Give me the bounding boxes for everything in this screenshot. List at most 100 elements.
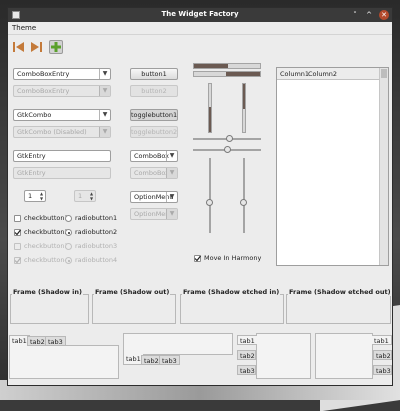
checkbutton1-label[interactable]: checkbutton1	[24, 214, 69, 222]
frame-shadow-etched-in	[180, 294, 284, 324]
vscale-2-knob[interactable]	[240, 199, 247, 206]
column1-header[interactable]: Column1	[280, 70, 309, 78]
frame-shadow-out-label: Frame (Shadow out)	[94, 288, 171, 296]
checkbutton2-label[interactable]: checkbutton2	[24, 228, 69, 236]
widget-factory-window: The Widget Factory ˅ ^ ✕ Theme ComboBoxE…	[7, 7, 393, 386]
optionmenu-disabled: OptionMenu ▼	[130, 208, 178, 220]
tab-left-3[interactable]: tab3	[237, 365, 256, 375]
tree-view[interactable]: Column1 Column2	[276, 67, 389, 266]
progress-bar-vertical-2	[242, 83, 246, 133]
spin-down-icon[interactable]: ▼	[38, 196, 45, 201]
combobox-disabled: ComboBox ▼	[130, 167, 178, 179]
frame-shadow-etched-out-label: Frame (Shadow etched out)	[288, 288, 392, 296]
notebook-tabs-top	[9, 345, 119, 379]
radiobutton1-circle[interactable]	[65, 215, 72, 222]
gtk-entry[interactable]: GtkEntry	[13, 150, 111, 162]
gtk-entry-disabled-text: GtkEntry	[17, 169, 46, 177]
spin-disabled-value: 1	[78, 192, 83, 200]
button2: button2	[130, 85, 178, 97]
move-in-harmony-label[interactable]: Move In Harmony	[204, 254, 261, 262]
combobox-entry[interactable]: ComboBoxEntry ▼	[13, 68, 111, 80]
combobox-entry-disabled: ComboBoxEntry ▼	[13, 85, 111, 97]
checkbutton1-box[interactable]	[14, 215, 21, 222]
tab-left-1[interactable]: tab1	[237, 335, 257, 345]
chevron-down-icon[interactable]: ▼	[166, 192, 177, 202]
move-in-harmony-checkbox[interactable]	[194, 255, 201, 262]
gtk-combo-text: GtkCombo	[17, 111, 52, 119]
chevron-down-icon: ▼	[166, 209, 177, 219]
radiobutton1-label[interactable]: radiobutton1	[75, 214, 117, 222]
radiobutton3-label: radiobutton3	[75, 242, 118, 250]
spin-down-icon: ▼	[89, 196, 94, 201]
combobox[interactable]: ComboBox ▼	[130, 150, 178, 162]
frame-shadow-in-label: Frame (Shadow in)	[12, 288, 83, 296]
togglebutton2: togglebutton2	[130, 126, 178, 138]
tab-right-3[interactable]: tab3	[373, 365, 392, 375]
radiobutton3-circle	[65, 243, 72, 250]
chevron-down-icon: ▼	[99, 127, 110, 137]
checkbutton3-label: checkbutton3	[24, 242, 69, 250]
go-first-icon[interactable]	[12, 40, 26, 54]
progress-bar-vertical-1	[208, 83, 212, 133]
radiobutton4-circle	[65, 257, 72, 264]
vscale-2-track[interactable]	[243, 158, 245, 233]
tree-scrollbar-thumb[interactable]	[381, 69, 387, 78]
hscale-2-knob[interactable]	[224, 146, 231, 153]
vscale-1-knob[interactable]	[206, 199, 213, 206]
progress-bar-horizontal-1	[193, 63, 261, 69]
chevron-down-icon[interactable]: ▼	[99, 110, 110, 120]
tab-bottom-3[interactable]: tab3	[159, 355, 180, 365]
radiobutton2-label[interactable]: radiobutton2	[75, 228, 117, 236]
chevron-down-icon: ▼	[99, 86, 110, 96]
gtk-combo-disabled: GtkCombo (Disabled) ▼	[13, 126, 111, 138]
gtk-entry-text: GtkEntry	[17, 152, 46, 160]
gtk-combo[interactable]: GtkCombo ▼	[13, 109, 111, 121]
checkbutton4-label: checkbutton4	[24, 256, 69, 264]
frame-shadow-etched-in-label: Frame (Shadow etched in)	[182, 288, 281, 296]
spin-button-disabled: 1 ▲ ▼	[74, 190, 96, 202]
frame-shadow-in	[10, 294, 89, 324]
window-title: The Widget Factory	[161, 10, 239, 18]
optionmenu[interactable]: OptionMenu ▼	[130, 191, 178, 203]
combobox-entry-disabled-text: ComboBoxEntry	[17, 87, 70, 95]
chevron-down-icon[interactable]: ▼	[99, 69, 110, 79]
progress-bar-horizontal-2	[193, 71, 261, 77]
title-bar: The Widget Factory ˅ ^ ✕	[8, 8, 392, 22]
combobox-disabled-text: ComboBox	[134, 169, 170, 177]
frame-shadow-out	[92, 294, 176, 324]
toolbar	[8, 35, 392, 61]
notebook-tabs-left	[256, 333, 311, 379]
tab-top-3[interactable]: tab3	[45, 336, 66, 346]
tab-right-2[interactable]: tab2	[373, 350, 392, 360]
close-button[interactable]: ✕	[379, 10, 389, 20]
go-last-icon[interactable]	[29, 40, 43, 54]
column2-header[interactable]: Column2	[308, 70, 337, 78]
combobox-text: ComboBox	[134, 152, 170, 160]
button1[interactable]: button1	[130, 68, 178, 80]
spin-button[interactable]: 1 ▲ ▼	[24, 190, 46, 202]
maximize-button[interactable]: ^	[364, 10, 374, 20]
chevron-down-icon[interactable]: ▼	[166, 151, 177, 161]
tab-left-2[interactable]: tab2	[237, 350, 256, 360]
tree-scrollbar[interactable]	[379, 68, 388, 265]
checkbutton3-box	[14, 243, 21, 250]
vscale-1-track[interactable]	[209, 158, 211, 233]
frame-shadow-etched-out	[286, 294, 391, 324]
checkbutton4-box	[14, 257, 21, 264]
radiobutton2-circle[interactable]	[65, 229, 72, 236]
tab-right-1[interactable]: tab1	[372, 335, 392, 345]
togglebutton1[interactable]: togglebutton1	[130, 109, 178, 121]
menu-bar: Theme	[8, 22, 392, 35]
notebook-tabs-right	[315, 333, 373, 379]
minimize-button[interactable]: ˅	[350, 10, 360, 20]
hscale-1-knob[interactable]	[226, 135, 233, 142]
radiobutton4-label: radiobutton4	[75, 256, 118, 264]
checkbutton2-box[interactable]	[14, 229, 21, 236]
add-icon[interactable]	[49, 40, 63, 54]
combobox-entry-text: ComboBoxEntry	[17, 70, 70, 78]
tree-header: Column1 Column2	[277, 68, 388, 80]
menu-theme[interactable]: Theme	[12, 24, 36, 32]
spin-value: 1	[28, 192, 33, 200]
chevron-down-icon: ▼	[166, 168, 177, 178]
gtk-combo-disabled-text: GtkCombo (Disabled)	[17, 128, 87, 136]
